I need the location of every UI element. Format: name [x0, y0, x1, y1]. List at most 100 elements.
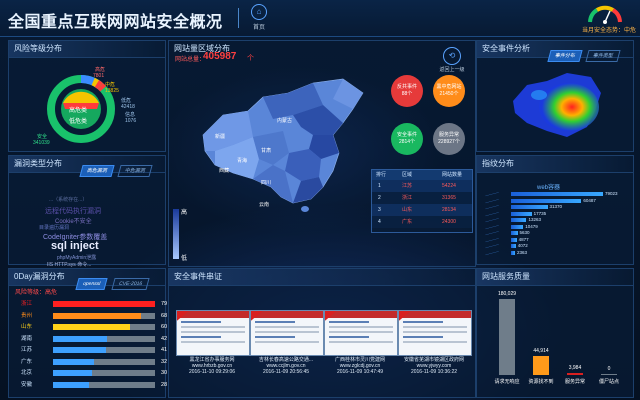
fingerprint-bar-value: 2363	[517, 249, 528, 255]
word-cloud-term: 远程代码执行漏洞	[45, 208, 101, 215]
thumbnail-line	[329, 321, 369, 323]
site-total-value: 405987	[203, 51, 237, 62]
rank-cell: 28134	[442, 207, 456, 213]
home-label: 首页	[252, 25, 265, 31]
service-bar[interactable]	[533, 356, 549, 375]
evidence-thumbnail[interactable]	[398, 310, 472, 356]
back-button[interactable]: ⟲ 返回上一级	[437, 47, 467, 73]
thumbnail-line	[403, 336, 443, 338]
legend-medium-value: 13825	[105, 88, 119, 94]
bubble-counter-event[interactable]: 反共事件 88个	[391, 75, 423, 107]
safety-gauge-icon	[588, 5, 622, 24]
province-name: 浙江	[21, 301, 33, 307]
zero-day-bar-row[interactable]: 广东 32	[13, 358, 171, 366]
top-bar: 全国重点互联网网站安全概况 ⌂ 首页 当月安全态势：中危	[0, 0, 640, 37]
zero-day-bar-row[interactable]: 浙江 79	[13, 300, 171, 308]
fingerprint-bar[interactable]	[511, 205, 548, 209]
rank-cell: 4	[378, 219, 381, 225]
panel-title: 风险等级分布	[9, 41, 165, 58]
thumbnail-line	[329, 326, 393, 328]
evidence-thumbnail[interactable]	[176, 310, 250, 356]
fingerprint-bar-value: 31370	[549, 204, 563, 209]
rank-row[interactable]: 2 浙江 31365	[372, 192, 472, 204]
province-name: 湖南	[21, 335, 33, 342]
bar-fill	[53, 358, 95, 365]
bar-value: 79	[161, 301, 168, 307]
back-label: 返回上一级	[439, 67, 465, 73]
thumbnail-line	[181, 336, 221, 338]
map-province-label: 青海	[237, 158, 248, 164]
evidence-thumbnail[interactable]	[250, 310, 324, 356]
legend-info-label: 信息	[125, 112, 136, 118]
zero-day-bar-row[interactable]: 江苏 41	[13, 346, 171, 354]
tab-event-type[interactable]: 事件类型	[585, 50, 622, 62]
service-bar-value: 3,984	[568, 365, 582, 372]
bar-value: 60	[161, 324, 168, 330]
home-button[interactable]: ⌂ 首页	[248, 4, 270, 32]
thumbnail-line	[255, 331, 319, 333]
service-bar-value: 180,029	[497, 291, 517, 297]
fingerprint-bar[interactable]	[511, 224, 524, 229]
bubble-security-event[interactable]: 安全事件 2814个	[391, 123, 423, 155]
rank-row[interactable]: 1 江苏 54224	[372, 180, 472, 192]
fingerprint-bar[interactable]	[511, 192, 603, 196]
china-map[interactable]	[193, 75, 371, 215]
rank-row[interactable]: 3 山东 28134	[372, 204, 472, 216]
bar-track	[53, 301, 155, 307]
bubble-highmid-site[interactable]: 黑中危网站 21450个	[433, 75, 465, 107]
service-bar[interactable]	[499, 299, 515, 375]
map-province-label: 新疆	[215, 134, 226, 140]
tab-openssl[interactable]: openssl	[75, 278, 108, 290]
tab-cve[interactable]: CVE-2016	[111, 278, 150, 290]
bar-track	[53, 370, 155, 376]
service-bar[interactable]	[601, 374, 617, 375]
evidence-thumbnail[interactable]	[324, 310, 398, 356]
thumbnail-line	[181, 326, 245, 328]
bubble-label: 黑中危网站	[436, 84, 462, 90]
fingerprint-bar[interactable]	[511, 198, 582, 203]
zero-day-bar-row[interactable]: 山东 60	[13, 323, 171, 331]
rank-row[interactable]: 4 广东 24300	[372, 216, 472, 228]
bar-fill	[53, 301, 155, 307]
donut-inner-label: 低危类	[69, 119, 88, 125]
service-bar[interactable]	[567, 373, 583, 375]
zero-day-bar-row[interactable]: 安徽 28	[13, 381, 171, 389]
thumbnail-header	[251, 311, 323, 318]
fingerprint-bar-value: 79023	[605, 191, 618, 196]
fingerprint-bar[interactable]	[511, 231, 518, 235]
legend-high-label: 高危	[95, 67, 106, 73]
bar-track	[53, 347, 155, 353]
rank-cell: 江苏	[402, 183, 413, 189]
bar-fill	[53, 370, 92, 376]
service-bar-value: 0	[607, 366, 611, 372]
safety-status: 当月安全态势：中危	[581, 28, 636, 34]
zero-day-bar-row[interactable]: 湖南 42	[13, 335, 171, 343]
province-name: 贵州	[21, 312, 33, 319]
evidence-caption: 吉林长春高速公路交通... www.ccjlm.gov.cn 2016-11-0…	[244, 357, 328, 375]
zero-day-bar-row[interactable]: 贵州 68	[13, 312, 171, 320]
zero-day-bar-row[interactable]: 北京 30	[13, 369, 171, 377]
thumbnail-line	[255, 326, 319, 328]
fingerprint-bar[interactable]	[511, 211, 532, 216]
service-bar-category: 僵尸站点	[598, 379, 619, 385]
evidence-caption: 黑龙江省办事服务网 www.hrbzb.gov.cn 2016-11-10 09…	[170, 357, 254, 375]
province-name: 安徽	[21, 381, 33, 388]
fingerprint-bar[interactable]	[511, 218, 527, 222]
event-time: 2016-11-09 10:36:22	[410, 369, 458, 375]
rank-cell: 山东	[402, 207, 413, 213]
thumbnail-header	[325, 311, 397, 318]
fingerprint-bar[interactable]	[511, 250, 515, 255]
fingerprint-bar[interactable]	[511, 244, 516, 248]
fingerprint-bar-value: 4072	[517, 243, 528, 248]
bubble-service-abnormal[interactable]: 服务异常 228927个	[433, 123, 465, 155]
header-cell: 网站数量	[442, 172, 463, 178]
tab-event-distribution[interactable]: 事件分布	[547, 50, 583, 62]
zero-day-subtitle: 风险等级：高危	[15, 290, 58, 296]
fingerprint-bar[interactable]	[511, 237, 517, 242]
site-total-unit: 个	[247, 55, 254, 62]
bubble-value: 88个	[401, 91, 413, 97]
word-cloud-term: phpMyAdmin泄露	[57, 255, 97, 261]
word-cloud-term: 目录遍历漏洞	[39, 225, 70, 231]
zero-day-panel: 0Day漏洞分布 openssl CVE-2016 风险等级：高危 浙江 79 …	[8, 268, 167, 398]
thumbnail-line	[329, 341, 393, 343]
